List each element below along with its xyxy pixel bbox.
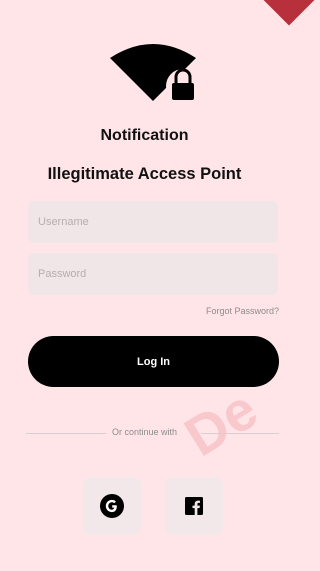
watermark: De — [173, 376, 268, 469]
divider-label: Or continue with — [111, 427, 178, 437]
corner-ribbon — [263, 0, 315, 26]
password-input[interactable] — [28, 253, 278, 295]
page-subtitle: Illegitimate Access Point — [47, 165, 242, 183]
google-icon — [100, 494, 124, 518]
username-input[interactable] — [28, 201, 278, 243]
login-button[interactable]: Log In — [28, 336, 279, 387]
page-title: Notification — [100, 127, 189, 144]
divider-line-right — [201, 433, 279, 434]
facebook-icon — [185, 497, 203, 515]
facebook-login-button[interactable] — [165, 477, 223, 535]
forgot-password-link[interactable]: Forgot Password? — [206, 306, 279, 316]
google-login-button[interactable] — [83, 477, 141, 535]
wifi-lock-icon — [110, 44, 198, 103]
